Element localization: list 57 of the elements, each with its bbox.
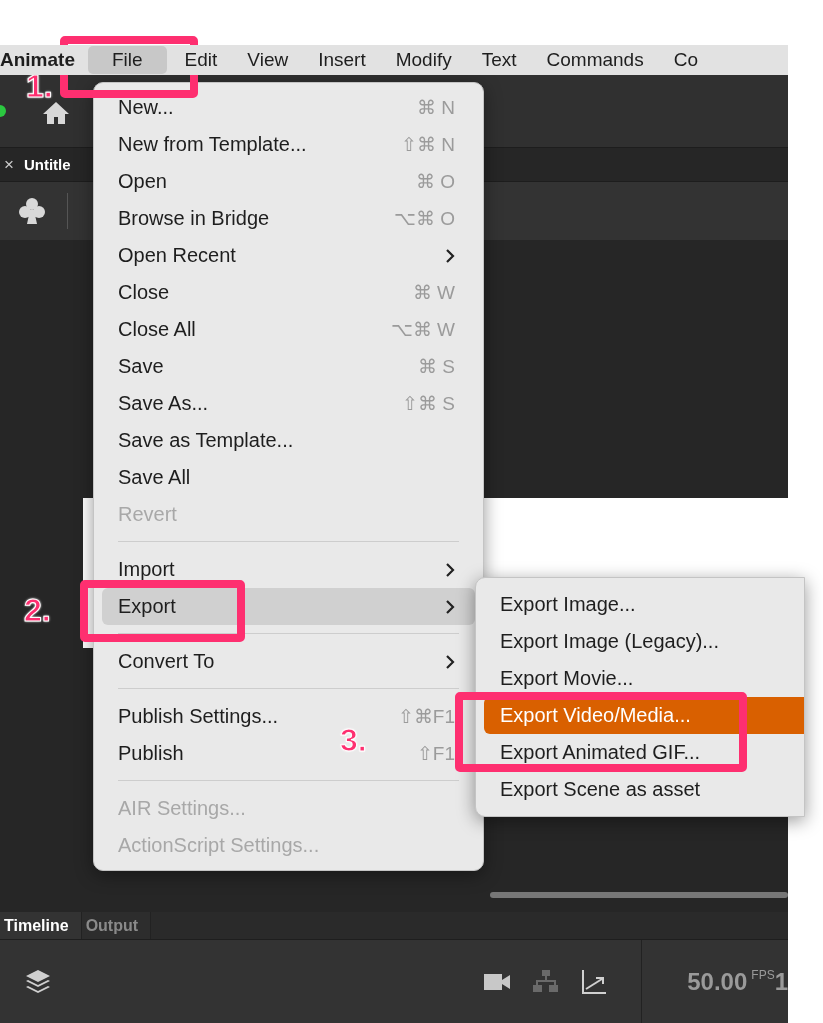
menu-item[interactable]: Publish Settings... (118, 705, 279, 728)
graph-icon[interactable] (581, 968, 608, 995)
menu-item[interactable]: Browse in Bridge (118, 207, 270, 230)
menu-item[interactable]: Save As... (118, 392, 209, 415)
menu-title[interactable]: File (87, 46, 167, 74)
menu-item[interactable]: Export Image... (500, 593, 636, 616)
chevron-icon (445, 653, 455, 670)
menu-title[interactable]: View (247, 46, 289, 74)
menu-title[interactable]: Insert (318, 46, 366, 74)
fps-unit: FPS (751, 968, 775, 982)
club-icon[interactable] (17, 196, 47, 226)
menu-item[interactable]: Close All (118, 318, 196, 341)
menu-item[interactable]: New... (118, 96, 174, 119)
menu-title[interactable]: Edit (184, 46, 218, 74)
home-icon[interactable] (42, 101, 70, 125)
menu-item[interactable]: Open Recent (118, 244, 236, 267)
menu-item[interactable]: New from Template... (118, 133, 307, 156)
shortcut-label: ⇧⌘ N (401, 133, 455, 156)
step-number: 2. (24, 594, 51, 626)
chevron-icon (445, 561, 455, 578)
menu-item[interactable]: Publish (118, 742, 184, 765)
fps-value[interactable]: 50.00 (687, 967, 748, 996)
menu-item[interactable]: Export (102, 588, 475, 625)
close-icon[interactable]: × (4, 154, 14, 175)
menu-item[interactable]: Export Image (Legacy)... (500, 630, 719, 653)
panel-tab[interactable]: Timeline (0, 912, 82, 939)
shortcut-label: ⌘ N (417, 96, 455, 119)
chevron-icon (445, 598, 455, 615)
shortcut-label: ⇧⌘ S (402, 392, 455, 415)
frame-number: 1 (774, 967, 788, 996)
shortcut-label: ⇧F1 (416, 742, 455, 765)
chevron-icon (445, 247, 455, 264)
menu-title[interactable]: Modify (395, 46, 452, 74)
scrollbar[interactable] (490, 892, 788, 898)
camera-icon[interactable] (483, 971, 512, 992)
menu-item[interactable]: Save as Template... (118, 429, 294, 452)
step-number: 3. (340, 724, 367, 756)
shortcut-label: ⌘ S (418, 355, 455, 378)
layers-icon[interactable] (24, 967, 52, 996)
shortcut-label: ⌥⌘ O (393, 207, 455, 230)
shortcut-label: ⇧⌘F1 (397, 705, 455, 728)
menu-item[interactable]: Import (118, 558, 175, 581)
shortcut-label: ⌘ O (415, 170, 455, 193)
menu-title[interactable]: Commands (546, 46, 644, 74)
shortcut-label: ⌥⌘ W (390, 318, 455, 341)
menu-item[interactable]: Export Animated GIF... (500, 741, 701, 764)
shortcut-label: ⌘ W (412, 281, 455, 304)
menu-title[interactable]: Co (673, 46, 698, 74)
menu-item[interactable]: Open (118, 170, 167, 193)
document-tab[interactable]: Untitle (23, 156, 71, 173)
menu-title[interactable]: Text (481, 46, 517, 74)
menu-item[interactable]: Close (118, 281, 170, 304)
menu-item[interactable]: Convert To (118, 650, 215, 673)
menu-item[interactable]: Export Scene as asset (500, 778, 701, 801)
menu-item[interactable]: Save All (118, 466, 191, 489)
menu-item[interactable]: Export Movie... (500, 667, 634, 690)
menu-item[interactable]: Save (118, 355, 164, 378)
